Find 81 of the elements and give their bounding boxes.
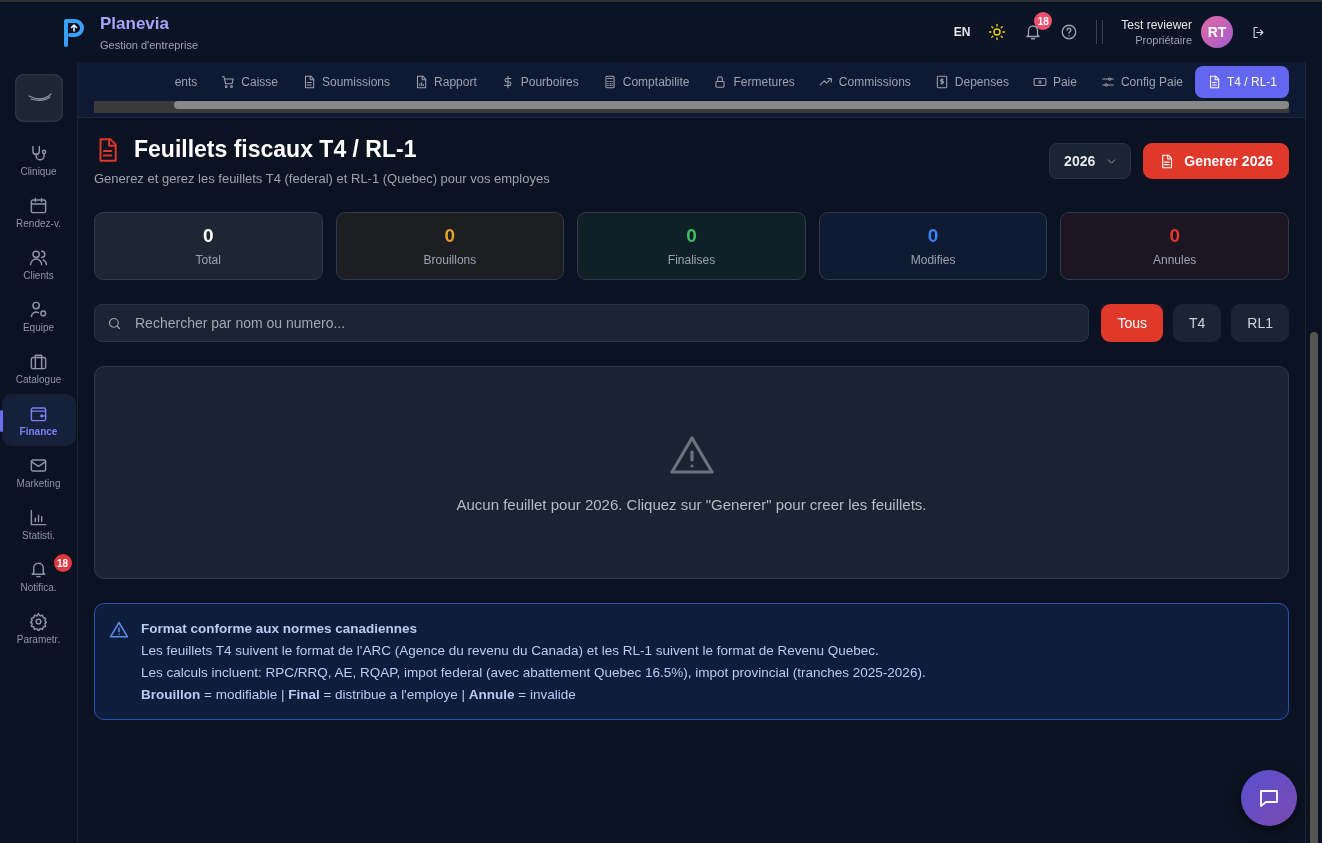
tab[interactable]: Pourboires — [488, 66, 591, 98]
user-role: Propriétaire — [1135, 34, 1192, 46]
tab[interactable]: Comptabilite — [590, 66, 702, 98]
sidebar-item[interactable]: Notifica. 18 — [1, 550, 76, 602]
banknote-icon — [1032, 75, 1047, 89]
sidebar-item[interactable]: Statisti. — [1, 498, 76, 550]
info-text: Les feuillets T4 suivent le format de l'ARC (Agence du revenu du Canada) et les RL-1 suivent le format de Revenu Quebec. — [141, 643, 880, 658]
sidebar-item[interactable]: Equipe — [1, 290, 76, 342]
document-chart-icon — [414, 75, 429, 89]
notification-badge: 18 — [1034, 12, 1053, 30]
sidebar-item[interactable]: Finance — [1, 394, 76, 446]
business-logo-icon[interactable] — [14, 74, 63, 122]
filter-button[interactable]: T4 — [1172, 304, 1222, 342]
stat-label: Annules — [1153, 253, 1197, 267]
info-title: Format conforme aux normes canadiennes — [141, 621, 419, 636]
scrollbar-thumb[interactable] — [174, 101, 1289, 109]
stat-value: 0 — [1169, 225, 1180, 247]
stat-label: Finalises — [667, 253, 716, 267]
sidebar-item[interactable]: Catalogue — [1, 342, 76, 394]
sliders-icon — [1100, 75, 1115, 89]
stat-value: 0 — [203, 225, 214, 247]
user-gear-icon — [29, 299, 48, 319]
chat-button[interactable] — [1241, 770, 1297, 826]
document-icon — [1207, 75, 1221, 89]
user-avatar[interactable]: RT — [1201, 16, 1233, 48]
info-text: Les calculs incluent: RPC/RRQ, AE, RQAP, impot federal (avec abattement Quebec 16.5%), impot provincial (tranches 2025-2026). — [141, 665, 926, 680]
scrollbar-thumb[interactable] — [1310, 332, 1318, 843]
lock-icon — [713, 75, 728, 89]
stat-label: Total — [195, 253, 221, 267]
stat-value: 0 — [927, 225, 939, 247]
page-description: Generez et gerez les feuillets T4 (federal) et RL-1 (Quebec) pour vos employes — [94, 171, 550, 186]
stat-label: Brouillons — [423, 253, 477, 267]
tab[interactable]: ents — [162, 66, 210, 98]
sidebar-item[interactable]: Clients — [1, 238, 76, 290]
app-subtitle: Gestion d'entreprise — [100, 38, 199, 51]
cart-icon — [221, 75, 236, 89]
year-select[interactable]: 2026 — [1049, 143, 1132, 179]
document-icon — [1159, 153, 1175, 169]
bar-chart-icon — [29, 507, 48, 527]
tab[interactable]: Config Paie — [1088, 66, 1195, 98]
tab[interactable]: Commissions — [806, 66, 923, 98]
stat-value: 0 — [686, 225, 697, 247]
sidebar-item[interactable]: Clinique — [1, 134, 76, 186]
empty-message: Aucun feuillet pour 2026. Cliquez sur "Generer" pour creer les feuillets. — [456, 496, 927, 513]
tab[interactable]: Caisse — [209, 66, 290, 98]
search-icon — [107, 316, 122, 331]
user-name: Test reviewer — [1121, 18, 1192, 32]
tab[interactable]: Soumissions — [290, 66, 403, 98]
calendar-icon — [29, 195, 48, 215]
stat-value: 0 — [444, 225, 456, 247]
settings-icon — [29, 611, 48, 631]
sidebar-item[interactable]: Parametr. — [1, 602, 76, 654]
app-name: Planevia — [100, 13, 170, 34]
notification-badge: 18 — [53, 554, 72, 572]
tab[interactable]: Depenses — [922, 66, 1021, 98]
filter-button[interactable]: RL1 — [1231, 304, 1289, 342]
search-field[interactable]: Rechercher par nom ou numero... — [94, 304, 1090, 342]
help-icon[interactable] — [1060, 23, 1079, 41]
stat-label: Modifies — [910, 253, 956, 267]
stethoscope-icon — [29, 143, 48, 163]
notification-bell-icon[interactable] — [1024, 23, 1043, 41]
filter-button[interactable]: Tous — [1101, 304, 1163, 342]
logout-icon[interactable] — [1251, 24, 1266, 40]
tab[interactable]: Paie — [1020, 66, 1089, 98]
calculator-icon — [602, 75, 617, 89]
tab[interactable]: T4 / RL-1 — [1195, 66, 1289, 98]
tab[interactable]: Fermetures — [701, 66, 807, 98]
bell-icon — [29, 559, 48, 579]
page-title: Feuillets fiscaux T4 / RL-1 — [134, 136, 417, 163]
generate-button[interactable]: Generer 2026 — [1143, 143, 1289, 179]
briefcase-icon — [29, 351, 48, 371]
language-button[interactable]: EN — [953, 25, 971, 39]
sun-icon[interactable] — [988, 23, 1007, 41]
sidebar-item[interactable]: Marketing — [1, 446, 76, 498]
tab[interactable]: Rapport — [402, 66, 489, 98]
document-icon — [302, 75, 316, 89]
warning-icon — [109, 620, 129, 640]
info-text: Brouillon = modifiable | Final = distribue a l'employe | Annule = invalide — [141, 687, 577, 702]
logo-icon — [62, 17, 86, 47]
receipt-icon — [934, 75, 949, 89]
sidebar-item[interactable]: Rendez-v. — [1, 186, 76, 238]
